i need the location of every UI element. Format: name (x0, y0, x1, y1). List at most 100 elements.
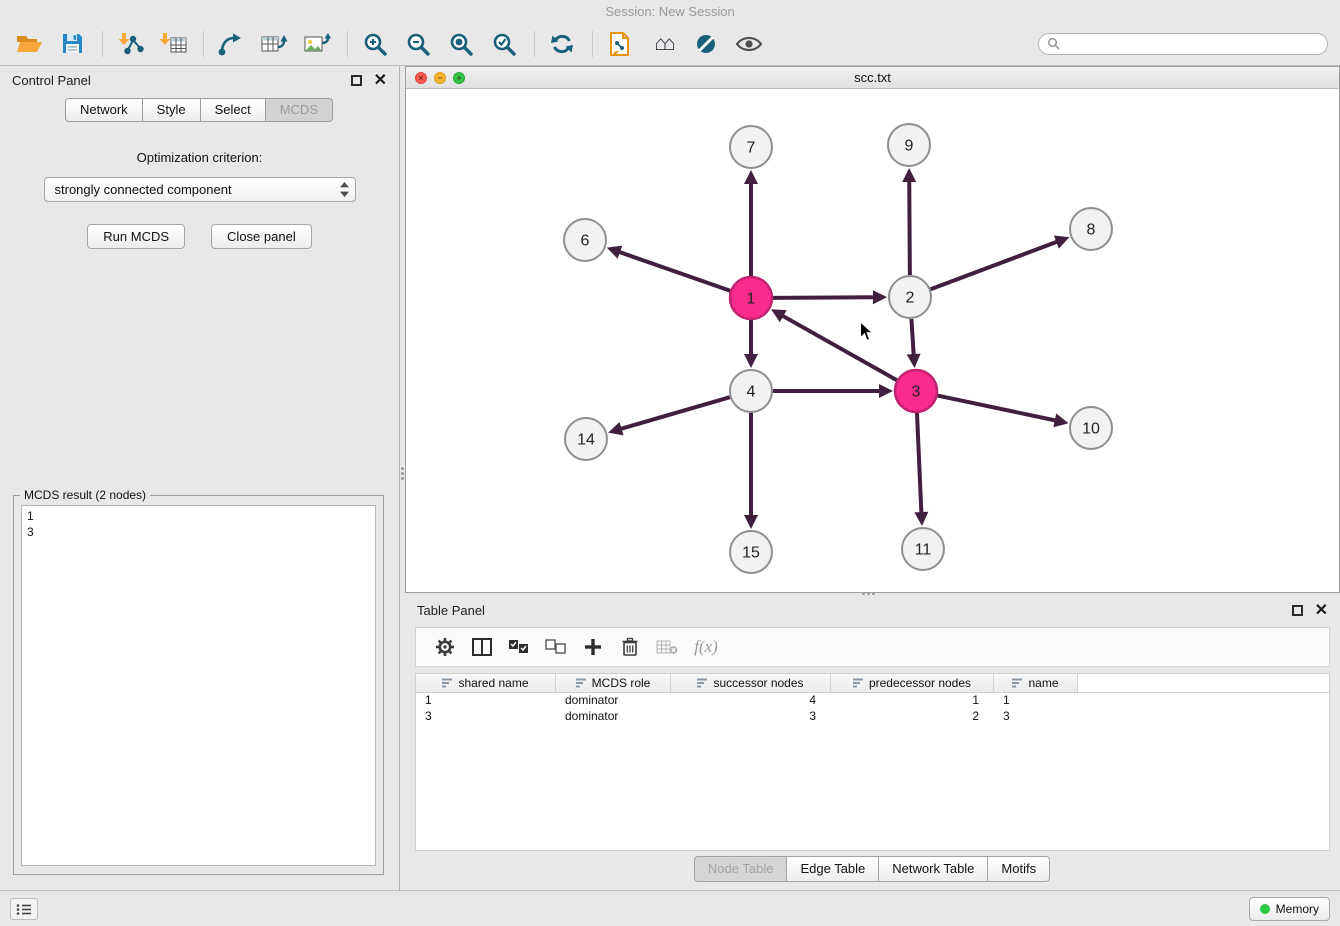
houses-button[interactable]: ⌂⌂ (646, 27, 680, 61)
export-image-button[interactable] (300, 27, 334, 61)
global-search[interactable] (1038, 33, 1328, 55)
float-table-panel-icon[interactable] (1292, 605, 1303, 616)
toolbar-separator (534, 31, 535, 57)
graph-node-15[interactable]: 15 (730, 531, 772, 573)
select-all-button[interactable] (504, 632, 534, 662)
cell-name[interactable]: 1 (994, 693, 1078, 709)
graph-edge-3-1[interactable] (781, 315, 896, 380)
cell-shared-name[interactable]: 1 (416, 693, 556, 709)
graph-node-4[interactable]: 4 (730, 370, 772, 412)
zoom-in-button[interactable] (358, 27, 392, 61)
mcds-result-group: MCDS result (2 nodes) 1 3 (13, 495, 384, 875)
table-row[interactable]: 3 dominator 3 2 3 (416, 709, 1329, 725)
column-header-mcds-role[interactable]: MCDS role (556, 674, 671, 692)
window-close-icon[interactable]: × (415, 72, 427, 84)
mcds-result-list[interactable]: 1 3 (21, 505, 376, 866)
function-builder-button[interactable]: f(x) (689, 632, 719, 662)
column-header-name[interactable]: name (994, 674, 1078, 692)
graph-node-9[interactable]: 9 (888, 124, 930, 166)
tab-node-table[interactable]: Node Table (694, 856, 788, 882)
tab-edge-table[interactable]: Edge Table (786, 856, 879, 882)
zoom-fit-button[interactable] (444, 27, 478, 61)
cell-mcds-role[interactable]: dominator (556, 693, 671, 709)
status-menu-button[interactable] (10, 898, 38, 920)
graph-edge-4-14[interactable] (620, 397, 730, 429)
graph-node-3[interactable]: 3 (895, 370, 937, 412)
tab-select[interactable]: Select (200, 98, 266, 122)
graph-node-14[interactable]: 14 (565, 418, 607, 460)
tab-mcds[interactable]: MCDS (265, 98, 333, 122)
open-file-button[interactable] (12, 27, 46, 61)
criterion-dropdown[interactable]: strongly connected component (44, 177, 356, 202)
clone-network-icon (607, 31, 633, 57)
graph-node-8[interactable]: 8 (1070, 208, 1112, 250)
zoom-in-icon (362, 31, 388, 57)
clone-network-button[interactable] (603, 27, 637, 61)
new-network-button[interactable] (214, 27, 248, 61)
column-header-successor-nodes[interactable]: successor nodes (671, 674, 831, 692)
apply-style-button[interactable] (689, 27, 723, 61)
cell-successor-nodes[interactable]: 3 (671, 709, 831, 725)
cell-successor-nodes[interactable]: 4 (671, 693, 831, 709)
cell-predecessor-nodes[interactable]: 1 (831, 693, 994, 709)
graph-edge-2-3[interactable] (911, 319, 913, 356)
cell-mcds-role[interactable]: dominator (556, 709, 671, 725)
graph-edge-2-8[interactable] (931, 241, 1059, 289)
column-header-shared-name[interactable]: shared name (416, 674, 556, 692)
run-mcds-button[interactable]: Run MCDS (87, 224, 185, 249)
delete-row-button[interactable] (615, 632, 645, 662)
save-session-button[interactable] (55, 27, 89, 61)
new-table-button[interactable] (257, 27, 291, 61)
zoom-out-icon (405, 31, 431, 57)
zoom-out-button[interactable] (401, 27, 435, 61)
search-input[interactable] (1066, 37, 1319, 51)
delete-table-button[interactable] (652, 632, 682, 662)
close-panel-icon[interactable]: ✕ (374, 75, 387, 86)
graph-node-7[interactable]: 7 (730, 126, 772, 168)
graph-node-11[interactable]: 11 (902, 528, 944, 570)
graph-node-10[interactable]: 10 (1070, 407, 1112, 449)
show-hide-button[interactable] (732, 27, 766, 61)
deselect-all-button[interactable] (541, 632, 571, 662)
gear-icon (435, 637, 455, 657)
tab-network[interactable]: Network (65, 98, 143, 122)
graph-edge-3-11[interactable] (917, 413, 921, 514)
import-table-button[interactable] (156, 27, 190, 61)
graph-edge-arrow-1-2 (873, 290, 887, 304)
memory-button[interactable]: Memory (1249, 897, 1330, 921)
graph-node-6[interactable]: 6 (564, 219, 606, 261)
add-row-button[interactable] (578, 632, 608, 662)
graph-node-label: 1 (747, 291, 756, 308)
graph-edge-1-2[interactable] (773, 297, 875, 298)
tab-network-table[interactable]: Network Table (878, 856, 988, 882)
cell-name[interactable]: 3 (994, 709, 1078, 725)
float-panel-icon[interactable] (351, 75, 362, 86)
graph-edge-2-9[interactable] (909, 180, 910, 275)
cell-shared-name[interactable]: 3 (416, 709, 556, 725)
refresh-layout-button[interactable] (545, 27, 579, 61)
close-panel-button[interactable]: Close panel (211, 224, 312, 249)
column-sort-icon (576, 678, 587, 688)
graph-edge-3-10[interactable] (938, 396, 1057, 421)
tab-style[interactable]: Style (142, 98, 201, 122)
graph-node-label: 4 (747, 384, 756, 401)
graph-edge-1-6[interactable] (618, 252, 730, 291)
graph-node-1[interactable]: 1 (730, 277, 772, 319)
import-network-button[interactable] (113, 27, 147, 61)
table-row[interactable]: 1 dominator 4 1 1 (416, 693, 1329, 709)
table-settings-button[interactable] (430, 632, 460, 662)
window-zoom-icon[interactable]: + (453, 72, 465, 84)
close-table-panel-icon[interactable]: ✕ (1315, 605, 1328, 616)
control-panel-title: Control Panel (12, 73, 91, 88)
application-window: Session: New Session (0, 0, 1340, 926)
mcds-result-line: 1 (27, 508, 370, 524)
graph-node-2[interactable]: 2 (889, 276, 931, 318)
window-minimize-icon[interactable]: − (434, 72, 446, 84)
zoom-selected-button[interactable] (487, 27, 521, 61)
tab-motifs[interactable]: Motifs (987, 856, 1050, 882)
graph-node-label: 7 (747, 140, 756, 157)
cell-predecessor-nodes[interactable]: 2 (831, 709, 994, 725)
node-table: shared name MCDS role successor nodes pr… (415, 673, 1330, 851)
show-columns-button[interactable] (467, 632, 497, 662)
column-header-predecessor-nodes[interactable]: predecessor nodes (831, 674, 994, 692)
